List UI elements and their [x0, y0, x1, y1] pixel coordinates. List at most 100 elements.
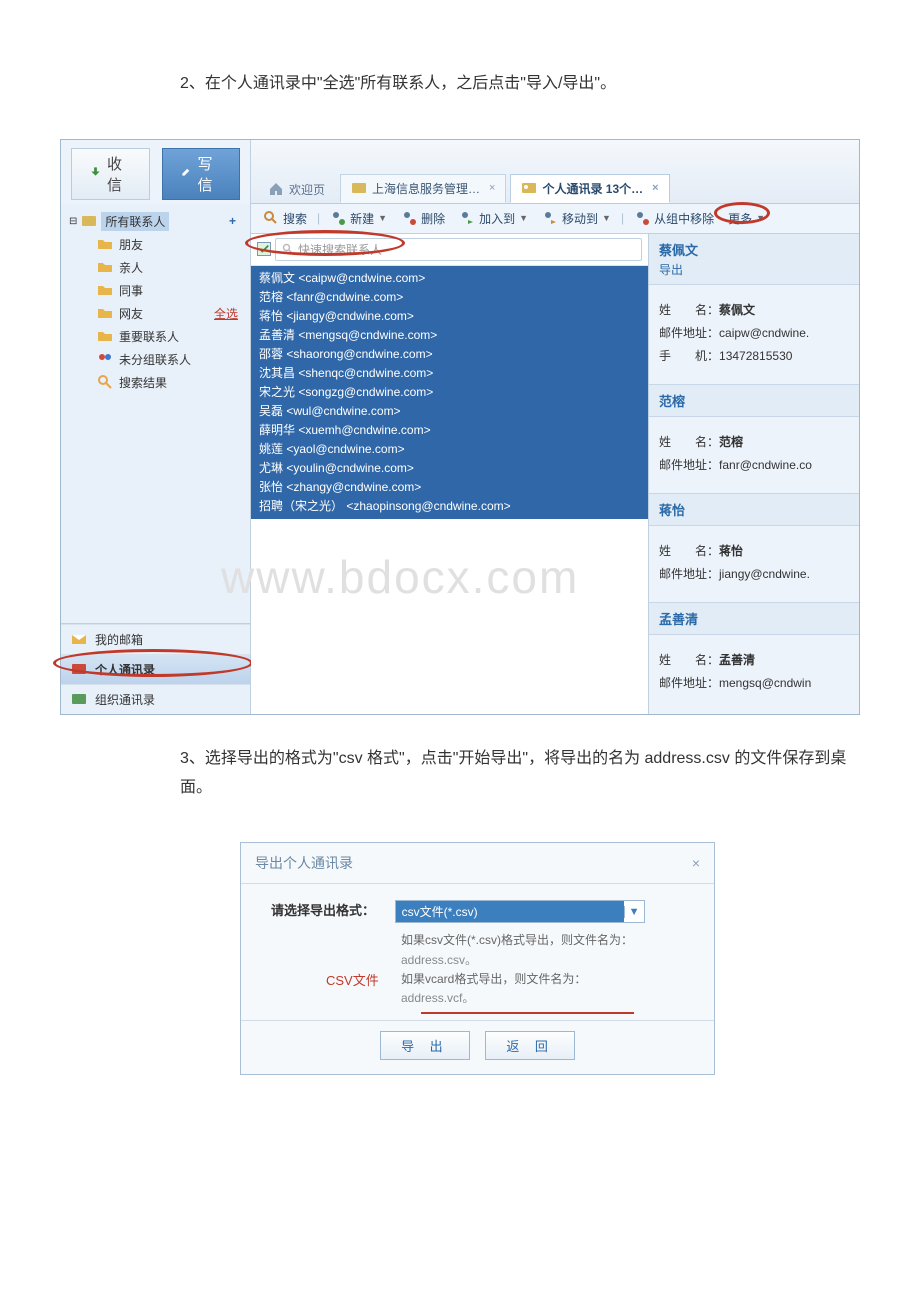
export-button[interactable]: 导 出 — [380, 1031, 470, 1060]
toolbar-delete[interactable]: 删除 — [395, 208, 451, 229]
contact-list: 蔡佩文 <caipw@cndwine.com> 范榕 <fanr@cndwine… — [251, 266, 648, 519]
person-remove-icon — [634, 210, 650, 226]
tab-shanghai-info[interactable]: 上海信息服务管理… × — [340, 174, 506, 203]
value-name: 孟善清 — [719, 653, 755, 667]
tree-root-all-contacts[interactable]: ⊟ 所有联系人 + — [65, 210, 246, 233]
sidebar-item-search-results[interactable]: 搜索结果 — [97, 371, 246, 394]
dialog-close-button[interactable]: × — [692, 855, 700, 871]
contact-row[interactable]: 宋之光 <songzg@cndwine.com> — [257, 382, 642, 401]
sidebar-item-label: 亲人 — [119, 259, 143, 276]
toolbar-search[interactable]: 搜索 — [257, 208, 313, 229]
toolbar-new[interactable]: 新建 ▼ — [324, 208, 393, 229]
contact-row[interactable]: 尤琳 <youlin@cndwine.com> — [257, 458, 642, 477]
contact-row[interactable]: 蔡佩文 <caipw@cndwine.com> — [257, 268, 642, 287]
sidebar-item-important[interactable]: 重要联系人 — [97, 325, 246, 348]
contact-row[interactable]: 沈其昌 <shenqc@cndwine.com> — [257, 363, 642, 382]
separator: | — [317, 211, 320, 225]
receive-mail-button[interactable]: 收 信 — [71, 148, 150, 200]
nav-label: 我的邮箱 — [95, 631, 143, 648]
compose-mail-button[interactable]: 写 信 — [162, 148, 241, 200]
export-format-select[interactable]: csv文件(*.csv) ▼ — [395, 900, 645, 923]
nav-org-contacts[interactable]: 组织通讯录 — [61, 684, 250, 714]
card-icon — [351, 180, 367, 196]
sidebar: ⊟ 所有联系人 + 朋友 亲人 同事 网友全选 重要联系人 未分组联系人 搜索结… — [61, 204, 251, 714]
folder-icon — [97, 328, 113, 344]
select-all-link[interactable]: 全选 — [214, 305, 238, 322]
sidebar-item-colleagues[interactable]: 同事 — [97, 279, 246, 302]
label-email: 邮件地址： — [659, 567, 719, 581]
section-header[interactable]: 范榕 — [649, 384, 859, 417]
contact-row[interactable]: 姚莲 <yaol@cndwine.com> — [257, 439, 642, 458]
contact-row[interactable]: 范榕 <fanr@cndwine.com> — [257, 287, 642, 306]
sidebar-item-family[interactable]: 亲人 — [97, 256, 246, 279]
search-input[interactable]: 快速搜索联系人 — [275, 238, 642, 261]
tab-mid-label: 上海信息服务管理… — [372, 180, 480, 197]
nav-my-mailbox[interactable]: 我的邮箱 — [61, 624, 250, 654]
folder-icon — [97, 282, 113, 298]
toolbar-label: 搜索 — [283, 210, 307, 227]
org-icon — [71, 691, 87, 707]
sidebar-item-label: 未分组联系人 — [119, 351, 191, 368]
contacts-icon — [81, 213, 97, 229]
folder-icon — [97, 236, 113, 252]
value-name: 蒋怡 — [719, 544, 743, 558]
back-button[interactable]: 返 回 — [485, 1031, 575, 1060]
toolbar-move-to[interactable]: 移动到▼ — [536, 208, 617, 229]
sidebar-item-label: 朋友 — [119, 236, 143, 253]
search-icon — [97, 374, 113, 390]
contacts-icon — [521, 180, 537, 196]
contact-row[interactable]: 招聘（宋之光） <zhaopinsong@cndwine.com> — [257, 496, 642, 515]
sidebar-item-friends[interactable]: 朋友 — [97, 233, 246, 256]
tab-welcome-label: 欢迎页 — [289, 181, 325, 198]
contact-row[interactable]: 邵蓉 <shaorong@cndwine.com> — [257, 344, 642, 363]
person-delete-icon — [401, 210, 417, 226]
collapse-icon[interactable]: ⊟ — [69, 216, 77, 227]
toolbar-add-to[interactable]: 加入到▼ — [453, 208, 534, 229]
tab-personal-contacts[interactable]: 个人通讯录 13个… × — [510, 174, 669, 203]
sidebar-item-label: 同事 — [119, 282, 143, 299]
toolbar-remove-from-group[interactable]: 从组中移除 — [628, 208, 720, 229]
label-phone: 手 机： — [659, 349, 719, 363]
tab-close-icon[interactable]: × — [489, 182, 495, 194]
filename-csv: address.csv。 — [401, 951, 694, 970]
sidebar-item-label: 搜索结果 — [119, 374, 167, 391]
mailbox-icon — [71, 631, 87, 647]
label-name: 姓 名： — [659, 435, 719, 449]
magnifier-icon — [282, 243, 294, 255]
add-group-button[interactable]: + — [229, 214, 236, 228]
toolbar-more[interactable]: 更多▼ — [722, 208, 771, 229]
toolbar: 搜索 | 新建▼ 删除 加入到▼ 移动到▼ | 从组中移除 更多▼ — [251, 204, 859, 234]
sidebar-item-label: 重要联系人 — [119, 328, 179, 345]
dropdown-icon[interactable]: ▼ — [624, 906, 644, 918]
label-email: 邮件地址： — [659, 676, 719, 690]
tab-welcome[interactable]: 欢迎页 — [257, 175, 336, 203]
contact-row[interactable]: 薛明华 <xuemh@cndwine.com> — [257, 420, 642, 439]
nav-personal-contacts[interactable]: 个人通讯录 — [61, 654, 250, 684]
receive-label: 收 信 — [107, 153, 131, 195]
export-format-label: 请选择导出格式： — [271, 900, 391, 919]
contact-row[interactable]: 蒋怡 <jiangy@cndwine.com> — [257, 306, 642, 325]
value-phone: 13472815530 — [719, 349, 792, 363]
tab-close-icon[interactable]: × — [652, 182, 658, 194]
contact-row[interactable]: 孟善清 <mengsq@cndwine.com> — [257, 325, 642, 344]
tree-root-label: 所有联系人 — [101, 212, 169, 231]
caret-icon: ▼ — [602, 213, 611, 223]
section-header[interactable]: 蒋怡 — [649, 493, 859, 526]
value-name: 范榕 — [719, 435, 743, 449]
select-all-checkbox[interactable] — [257, 242, 271, 256]
person-into-icon — [459, 210, 475, 226]
nav-label: 个人通讯录 — [95, 661, 155, 678]
toolbar-label: 新建 — [350, 210, 374, 227]
caret-icon: ▼ — [378, 213, 387, 223]
detail-header-sub[interactable]: 导出 — [659, 261, 849, 278]
value-email: mengsq@cndwin — [719, 676, 811, 690]
annotation-line — [421, 1012, 634, 1014]
contact-row[interactable]: 吴磊 <wul@cndwine.com> — [257, 401, 642, 420]
sidebar-item-ungrouped[interactable]: 未分组联系人 — [97, 348, 246, 371]
section-header[interactable]: 孟善清 — [649, 602, 859, 635]
label-email: 邮件地址： — [659, 458, 719, 472]
sidebar-item-netfriends[interactable]: 网友全选 — [97, 302, 246, 325]
export-dialog: 导出个人通讯录 × 请选择导出格式： csv文件(*.csv) ▼ 如果csv文… — [240, 842, 715, 1075]
contact-row[interactable]: 张怡 <zhangy@cndwine.com> — [257, 477, 642, 496]
search-icon — [263, 210, 279, 226]
